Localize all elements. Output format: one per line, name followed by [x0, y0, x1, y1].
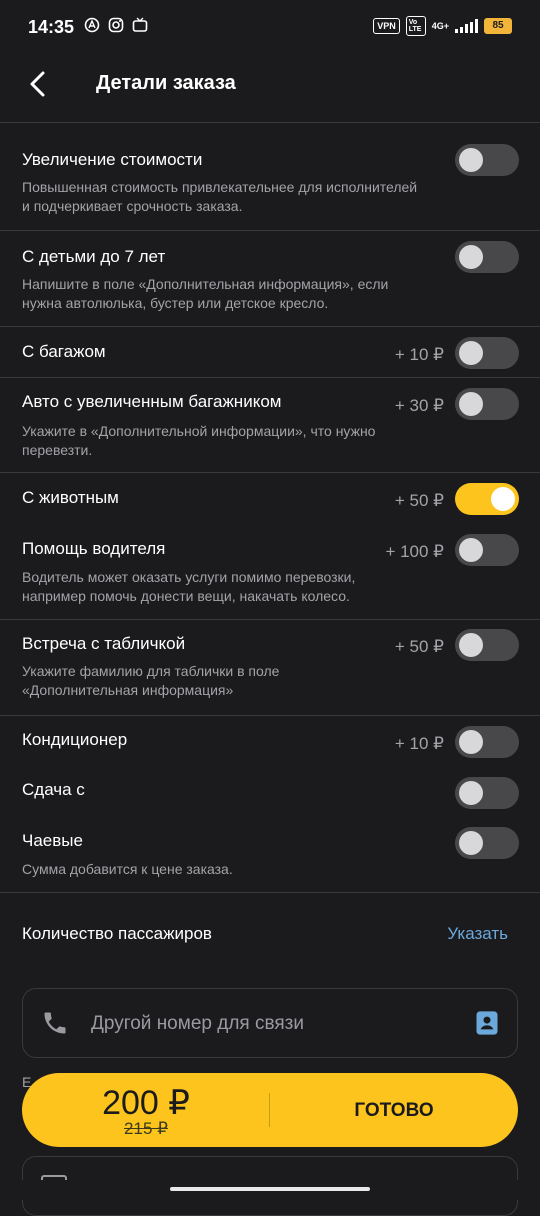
option-description: Укажите в «Дополнительной информации», ч… [22, 423, 376, 458]
signal-icon [455, 19, 478, 33]
option-toggle[interactable] [455, 144, 519, 176]
option-toggle[interactable] [455, 827, 519, 859]
volte-badge: Vo LTE [405, 16, 426, 36]
option-price-increase[interactable]: Увеличение стоимости Повышенная стоимост… [0, 122, 540, 230]
option-price: + 50 ₽ [394, 637, 444, 656]
option-title: С багажом [22, 342, 106, 361]
alt-phone-placeholder: Другой номер для связи [91, 1013, 304, 1034]
system-nav-bar [0, 1180, 540, 1200]
option-driver-help[interactable]: Помощь водителя + 100 ₽ Водитель может о… [0, 523, 540, 619]
option-description: Сумма добавится к цене заказа. [22, 861, 233, 877]
option-title: Увеличение стоимости [22, 150, 203, 169]
option-description: Укажите фамилию для таблички в поле «Доп… [22, 663, 280, 698]
notification-app-icon [84, 17, 100, 33]
option-price: + 30 ₽ [394, 396, 444, 415]
confirm-order-button[interactable]: 200 ₽ 215 ₽ ГОТОВО [22, 1073, 518, 1147]
option-luggage[interactable]: С багажом + 10 ₽ [0, 327, 540, 377]
option-description: Повышенная стоимость привлекательнее для… [22, 179, 418, 214]
instagram-icon [108, 17, 124, 33]
back-button[interactable] [26, 70, 52, 98]
option-name-sign[interactable]: Встреча с табличкой + 50 ₽ Укажите фамил… [0, 620, 540, 715]
option-title: Кондиционер [22, 730, 128, 749]
order-old-price: 215 ₽ [124, 1119, 168, 1138]
option-description: Напишите в поле «Дополнительная информац… [22, 276, 389, 311]
status-bar: 14:35 VPN Vo LTE 4G+ 85 [0, 0, 540, 56]
top-app-bar: Детали заказа [0, 56, 540, 123]
option-air-conditioner[interactable]: Кондиционер + 10 ₽ [0, 716, 540, 766]
passengers-specify-link[interactable]: Указать [447, 924, 508, 944]
passengers-label: Количество пассажиров [22, 924, 212, 943]
page-title: Детали заказа [96, 72, 236, 94]
tv-icon [132, 17, 148, 33]
option-title: Сдача с [22, 780, 85, 799]
order-price: 200 ₽ [102, 1084, 190, 1122]
option-price: + 100 ₽ [385, 542, 444, 561]
option-large-trunk[interactable]: Авто с увеличенным багажником + 30 ₽ Ука… [0, 378, 540, 472]
divider [0, 892, 540, 893]
option-change-from[interactable]: Сдача с [0, 766, 540, 816]
option-toggle[interactable] [455, 777, 519, 809]
vpn-badge: VPN [373, 18, 400, 34]
option-toggle[interactable] [455, 726, 519, 758]
option-title: Чаевые [22, 831, 83, 850]
network-type: 4G+ [431, 20, 449, 31]
option-title: С животным [22, 488, 119, 507]
done-label: ГОТОВО [354, 1100, 434, 1121]
option-toggle[interactable] [455, 388, 519, 420]
option-toggle[interactable] [455, 534, 519, 566]
option-tips[interactable]: Чаевые Сумма добавится к цене заказа. [0, 816, 540, 892]
phone-icon [44, 1012, 66, 1034]
option-description: Водитель может оказать услуги помимо пер… [22, 569, 356, 604]
status-time: 14:35 [28, 17, 75, 37]
option-title: Помощь водителя [22, 539, 166, 558]
option-toggle[interactable] [455, 241, 519, 273]
option-price: + 10 ₽ [394, 734, 444, 753]
home-gesture-handle[interactable] [170, 1187, 370, 1191]
option-pet[interactable]: С животным + 50 ₽ [0, 473, 540, 523]
alt-phone-field[interactable]: Другой номер для связи [22, 988, 518, 1058]
option-title: Авто с увеличенным багажником [22, 392, 282, 411]
option-title: С детьми до 7 лет [22, 247, 166, 266]
option-children[interactable]: С детьми до 7 лет Напишите в поле «Допол… [0, 231, 540, 326]
chevron-left-icon [30, 71, 45, 97]
option-price: + 10 ₽ [394, 345, 444, 364]
contact-book-icon[interactable] [473, 1009, 501, 1037]
option-toggle[interactable] [455, 483, 519, 515]
option-title: Встреча с табличкой [22, 634, 186, 653]
option-toggle[interactable] [455, 629, 519, 661]
option-toggle[interactable] [455, 337, 519, 369]
option-price: + 50 ₽ [394, 491, 444, 510]
battery-icon: 85 [484, 18, 512, 34]
